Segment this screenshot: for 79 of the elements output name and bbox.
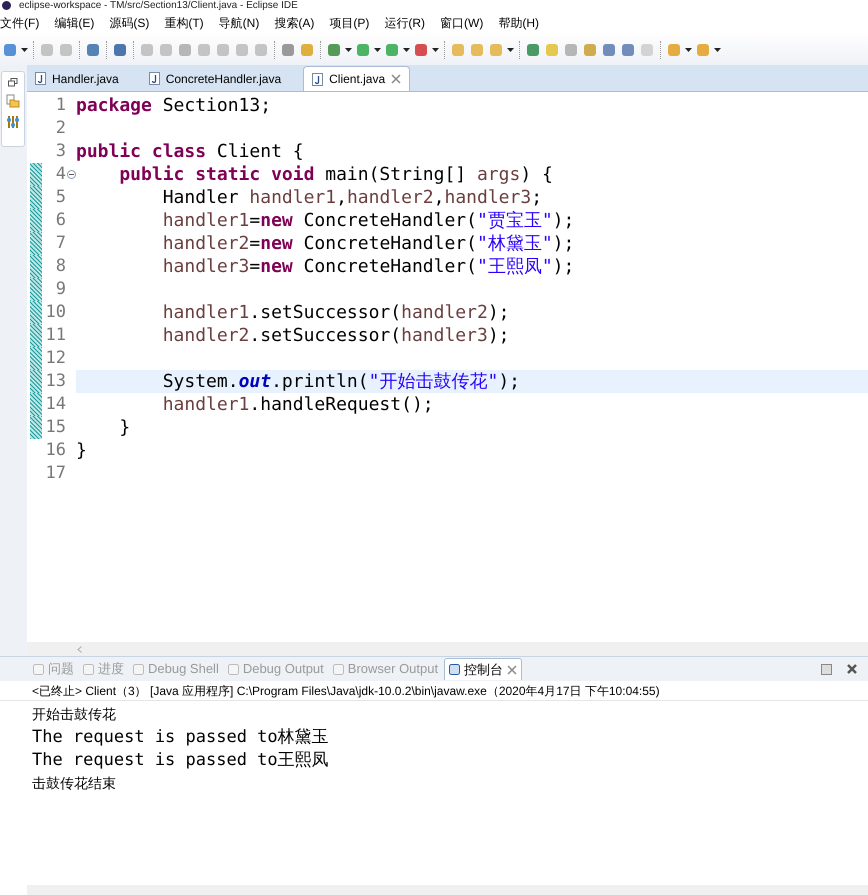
view-icon[interactable] <box>449 664 460 675</box>
tab-label: Debug Shell <box>148 660 219 678</box>
console-output-line: 击鼓传花结束 <box>32 774 117 793</box>
dropdown-caret-icon[interactable] <box>345 48 352 52</box>
window-title: eclipse-workspace - TM/src/Section13/Client.java - Eclipse IDE <box>19 0 298 11</box>
line-number: 5 <box>54 186 66 209</box>
minimize-icon[interactable] <box>821 664 832 674</box>
editor-tab[interactable]: Handler.java <box>27 66 127 91</box>
tab-label: 问题 <box>48 660 74 678</box>
close-icon[interactable] <box>391 74 402 84</box>
code-line: handler1.setSuccessor(handler2); <box>162 301 510 324</box>
editor-tab[interactable]: ConcreteHandler.java <box>140 66 290 91</box>
tab-label: 进度 <box>98 660 124 678</box>
dropdown-caret-icon[interactable] <box>403 48 410 52</box>
line-number: 16 <box>44 439 66 462</box>
menu-item[interactable]: 导航(N) <box>218 14 260 32</box>
tab-label: ConcreteHandler.java <box>166 70 282 88</box>
code-line: public static void main(String[] args) { <box>118 163 554 186</box>
dropdown-caret-icon[interactable] <box>507 48 514 52</box>
line-number: 13 <box>44 370 66 393</box>
menu-item[interactable]: 运行(R) <box>384 14 425 32</box>
code-line: public class Client { <box>76 140 305 163</box>
fold-icon[interactable] <box>66 170 76 179</box>
menu-item[interactable]: 文件(F) <box>0 14 40 32</box>
tab-label: Handler.java <box>52 70 119 88</box>
hierarchy-icon[interactable] <box>6 115 20 129</box>
line-number: 15 <box>44 416 66 439</box>
line-number: 14 <box>44 393 66 416</box>
menu-item[interactable]: 窗口(W) <box>440 14 484 32</box>
code-line: handler2=new ConcreteHandler("林黛玉"); <box>162 232 576 255</box>
tab-label: Debug Output <box>242 660 324 678</box>
code-line: handler3=new ConcreteHandler("王熙凤"); <box>162 255 576 278</box>
dropdown-caret-icon[interactable] <box>374 48 381 52</box>
code-line: } <box>118 416 132 439</box>
line-number: 7 <box>54 232 66 255</box>
close-icon[interactable] <box>846 663 858 675</box>
line-number: 1 <box>54 94 66 117</box>
app-icon <box>2 1 11 10</box>
line-number: 17 <box>44 462 66 485</box>
close-icon[interactable] <box>507 664 518 674</box>
line-number: 6 <box>54 209 66 232</box>
dropdown-caret-icon[interactable] <box>21 48 28 52</box>
line-number: 12 <box>44 347 66 370</box>
java-file-icon[interactable] <box>148 72 160 85</box>
editor-tab[interactable]: Client.java <box>303 66 410 91</box>
menu-item[interactable]: 编辑(E) <box>54 14 94 32</box>
console-output-line: The request is passed to林黛玉 <box>32 726 330 749</box>
dropdown-caret-icon[interactable] <box>685 48 692 52</box>
line-number: 9 <box>54 278 66 301</box>
console-output-line: The request is passed to王熙凤 <box>32 749 330 772</box>
menu-item[interactable]: 项目(P) <box>329 14 370 32</box>
line-number: 8 <box>54 255 66 278</box>
java-file-icon[interactable] <box>312 72 324 86</box>
code-line: package Section13; <box>76 94 272 117</box>
line-number: 10 <box>44 301 66 324</box>
line-number: 3 <box>54 140 66 163</box>
console-status-line: <已终止> Client（3） [Java 应用程序] C:\Program Files\Java\jdk-10.0.2\bin\javaw.exe（2020年4月17日 下午10:04:55) <box>0 681 868 701</box>
code-line: handler1.handleRequest(); <box>162 393 435 416</box>
code-line: Handler handler1,handler2,handler3; <box>162 186 544 209</box>
menu-item[interactable]: 重构(T) <box>164 14 204 32</box>
menu-item[interactable]: 搜索(A) <box>274 14 314 32</box>
scroll-left-icon[interactable] <box>77 646 82 652</box>
dropdown-caret-icon[interactable] <box>432 48 439 52</box>
tab-label: Browser Output <box>348 660 438 678</box>
restore-icon[interactable] <box>8 78 18 87</box>
line-number: 4 <box>54 163 66 186</box>
menu-item[interactable]: 源码(S) <box>109 14 150 32</box>
dropdown-caret-icon[interactable] <box>714 48 721 52</box>
console-output-line: 开始击鼓传花 <box>32 705 117 724</box>
code-line: handler1=new ConcreteHandler("贾宝玉"); <box>162 209 576 232</box>
tab-label: 控制台 <box>464 660 504 679</box>
code-line: } <box>76 439 88 462</box>
line-number: 11 <box>44 324 66 347</box>
menu-item[interactable]: 帮助(H) <box>498 14 539 32</box>
console-tab[interactable]: 控制台 <box>444 658 522 680</box>
line-number: 2 <box>54 117 66 140</box>
tab-label: Client.java <box>329 71 386 88</box>
code-line: handler2.setSuccessor(handler3); <box>162 324 510 347</box>
java-file-icon[interactable] <box>35 72 46 85</box>
